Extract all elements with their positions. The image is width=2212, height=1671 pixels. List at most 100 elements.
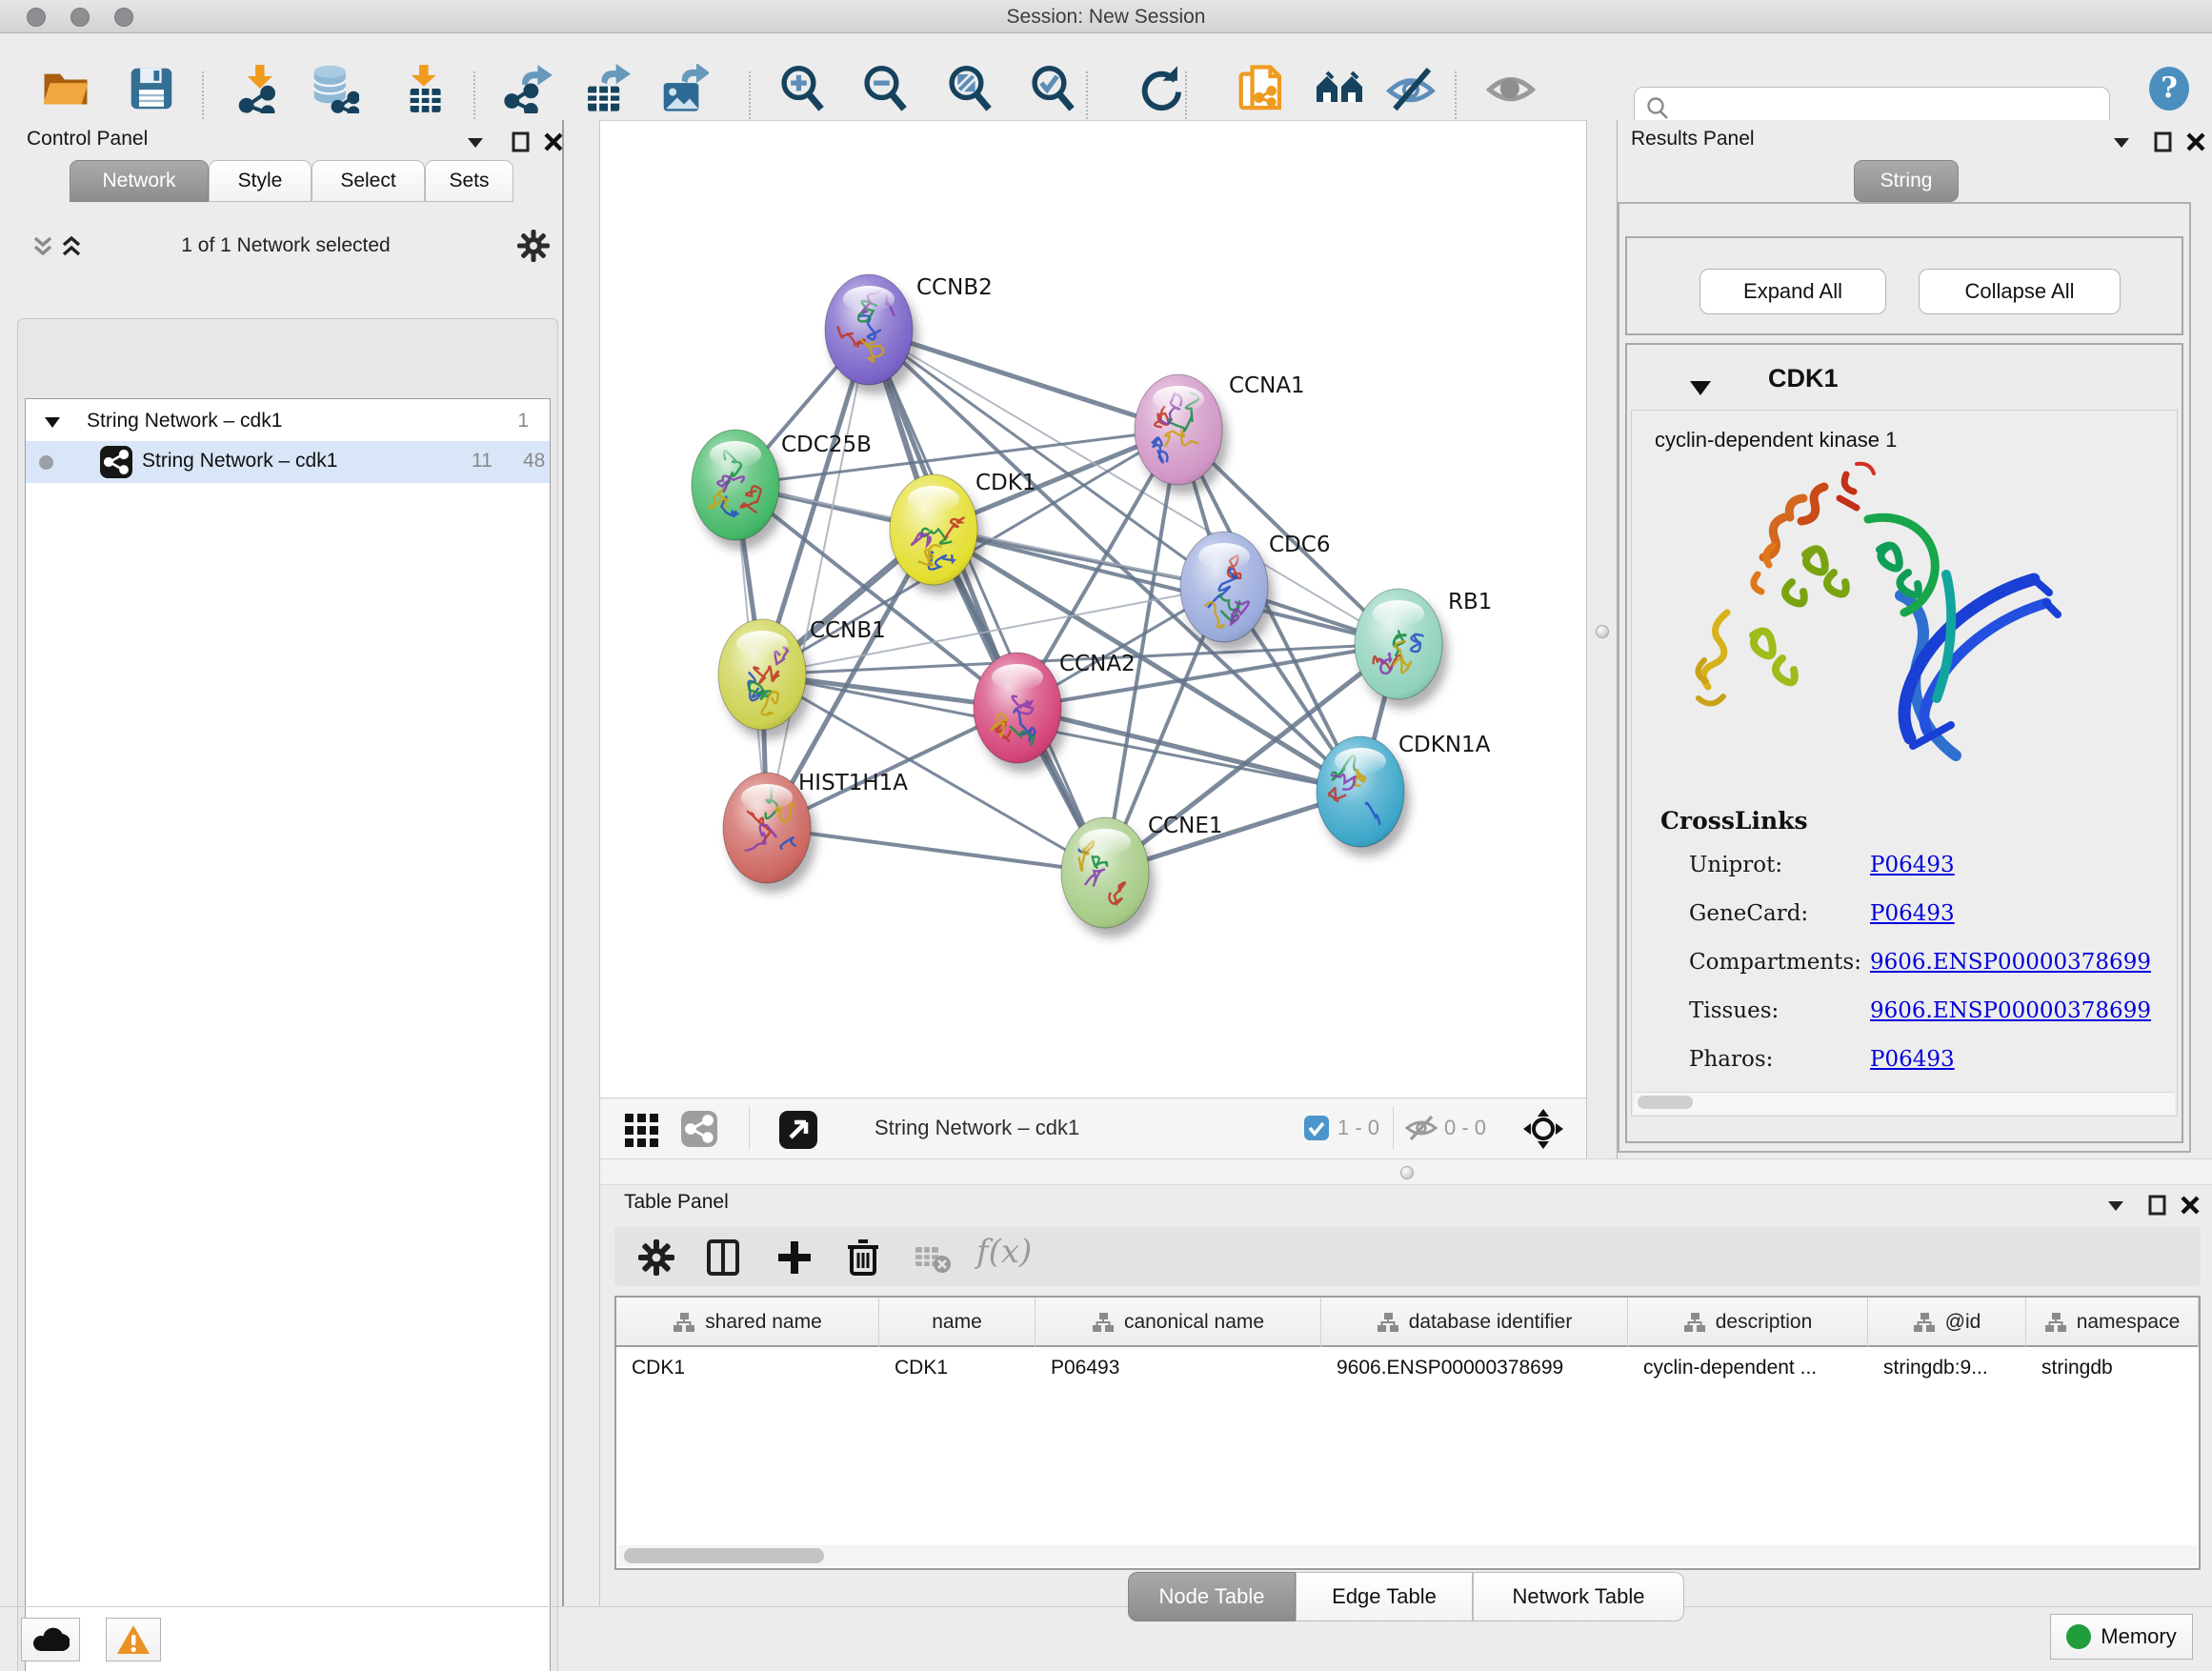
network-node-ccne1[interactable] [1061, 812, 1155, 937]
network-node-cdkn1a[interactable] [1317, 736, 1410, 856]
export-table-icon[interactable] [581, 64, 631, 113]
network-edge[interactable] [767, 828, 1105, 873]
results-horizontal-scrollbar[interactable] [1634, 1092, 2175, 1114]
network-node-ccnb2[interactable] [825, 274, 918, 394]
network-node-ccna2[interactable] [974, 653, 1067, 773]
tab-network[interactable]: Network [70, 160, 209, 202]
column-header[interactable]: canonical name [1036, 1298, 1321, 1347]
zoom-out-icon[interactable] [860, 64, 910, 113]
import-network-file-icon[interactable] [236, 64, 286, 113]
zoom-in-icon[interactable] [777, 64, 827, 113]
network-node-rb1[interactable] [1355, 589, 1448, 709]
export-network-icon[interactable] [504, 64, 553, 113]
table-cell[interactable]: CDK1 [616, 1347, 879, 1391]
crosslink-link[interactable]: P06493 [1870, 901, 1955, 926]
column-header[interactable]: shared name [616, 1298, 879, 1347]
tab-style[interactable]: Style [209, 160, 312, 202]
table-horizontal-scrollbar[interactable] [618, 1545, 2197, 1566]
copy-icon[interactable] [1237, 64, 1286, 113]
crosslink-link[interactable]: 9606.ENSP00000378699 [1870, 998, 2151, 1023]
scrollbar-thumb[interactable] [624, 1548, 824, 1563]
open-session-icon[interactable] [41, 64, 90, 113]
show-columns-icon[interactable] [703, 1238, 743, 1278]
column-header[interactable]: namespace [2026, 1298, 2199, 1347]
divider-grip[interactable] [1400, 1166, 1414, 1179]
network-edge[interactable] [1017, 708, 1360, 792]
gear-icon[interactable] [516, 229, 551, 263]
tab-sets[interactable]: Sets [425, 160, 513, 202]
panel-menu-icon[interactable] [463, 130, 488, 154]
network-node-ccna1[interactable] [1135, 374, 1228, 494]
panel-menu-icon[interactable] [2109, 130, 2134, 154]
close-panel-icon[interactable] [2183, 130, 2208, 154]
tree-expander-icon[interactable] [43, 413, 62, 432]
network-view-icon[interactable] [680, 1110, 718, 1148]
birds-eye-view-icon[interactable] [778, 1110, 818, 1150]
network-node-ccnb1[interactable] [718, 619, 812, 739]
scrollbar-thumb[interactable] [1638, 1096, 1693, 1109]
left-split-divider[interactable] [562, 120, 600, 1606]
show-all-icon[interactable] [1486, 64, 1536, 113]
float-panel-icon[interactable] [2145, 1193, 2170, 1218]
import-network-database-icon[interactable] [310, 64, 359, 113]
expand-all-icon[interactable] [57, 232, 86, 261]
panel-menu-icon[interactable] [2103, 1193, 2128, 1218]
column-header[interactable]: database identifier [1321, 1298, 1628, 1347]
network-canvas[interactable]: CCNB2CCNA1CDC25BCDK1CDC6RB1CCNB1CCNA2CDK… [600, 120, 1586, 1098]
column-header[interactable]: description [1628, 1298, 1868, 1347]
tab-select[interactable]: Select [312, 160, 425, 202]
table-cell[interactable]: 9606.ENSP00000378699 [1321, 1347, 1628, 1391]
float-panel-icon[interactable] [509, 130, 533, 154]
table-cell[interactable]: P06493 [1036, 1347, 1321, 1391]
float-panel-icon[interactable] [2151, 130, 2176, 154]
table-row[interactable]: CDK1CDK1P064939606.ENSP00000378699cyclin… [616, 1347, 2199, 1391]
node-description: cyclin-dependent kinase 1 [1655, 428, 1897, 453]
network-node-cdk1[interactable] [890, 474, 983, 594]
tab-network-table[interactable]: Network Table [1473, 1572, 1684, 1621]
table-settings-gear-icon[interactable] [636, 1238, 676, 1278]
column-header[interactable]: @id [1868, 1298, 2026, 1347]
column-header[interactable]: name [879, 1298, 1036, 1347]
help-icon[interactable]: ? [2146, 66, 2192, 111]
table-cell[interactable]: stringdb [2026, 1347, 2199, 1391]
section-collapse-icon[interactable] [1688, 377, 1713, 398]
divider-grip[interactable] [1596, 625, 1609, 638]
add-column-icon[interactable] [774, 1238, 814, 1278]
title-bar: Session: New Session [0, 0, 2212, 33]
network-graph[interactable]: CCNB2CCNA1CDC25BCDK1CDC6RB1CCNB1CCNA2CDK… [600, 121, 1586, 1098]
crosslink-link[interactable]: P06493 [1870, 853, 1955, 877]
import-table-file-icon[interactable] [400, 64, 450, 113]
network-collection-row[interactable]: String Network – cdk1 1 [26, 403, 550, 441]
crosslink-link[interactable]: P06493 [1870, 1047, 1955, 1072]
grid-view-icon[interactable] [623, 1110, 661, 1148]
memory-status-button[interactable]: Memory [2050, 1614, 2193, 1660]
network-row-selected[interactable]: String Network – cdk1 11 48 [26, 441, 550, 483]
tab-node-table[interactable]: Node Table [1128, 1572, 1296, 1621]
tab-edge-table[interactable]: Edge Table [1296, 1572, 1473, 1621]
window-title: Session: New Session [0, 6, 2212, 29]
hide-selected-icon[interactable] [1386, 64, 1436, 113]
tab-string[interactable]: String [1854, 160, 1959, 202]
export-image-icon[interactable] [659, 64, 709, 113]
table-cell[interactable]: CDK1 [879, 1347, 1036, 1391]
table-cell[interactable]: stringdb:9... [1868, 1347, 2026, 1391]
right-split-divider[interactable] [1586, 120, 1618, 1158]
fit-content-icon[interactable] [1522, 1108, 1564, 1150]
zoom-selected-icon[interactable] [1028, 64, 1077, 113]
first-neighbors-icon[interactable] [1315, 64, 1364, 113]
save-session-icon[interactable] [127, 64, 176, 113]
zoom-fit-icon[interactable] [945, 64, 995, 113]
crosslink-link[interactable]: 9606.ENSP00000378699 [1870, 950, 2151, 975]
horizontal-split-divider[interactable] [600, 1158, 2212, 1185]
expand-all-button[interactable]: Expand All [1699, 269, 1886, 314]
apply-layout-icon[interactable] [1135, 64, 1184, 113]
collapse-all-icon[interactable] [29, 232, 57, 261]
delete-column-icon[interactable] [843, 1238, 883, 1278]
close-panel-icon[interactable] [2178, 1193, 2202, 1218]
selected-items-icon[interactable] [1303, 1115, 1330, 1141]
cloud-status-button[interactable] [21, 1618, 80, 1661]
warnings-button[interactable] [106, 1618, 161, 1661]
collapse-all-button[interactable]: Collapse All [1919, 269, 2121, 314]
network-node-cdc25b[interactable] [692, 430, 785, 550]
table-cell[interactable]: cyclin-dependent ... [1628, 1347, 1868, 1391]
